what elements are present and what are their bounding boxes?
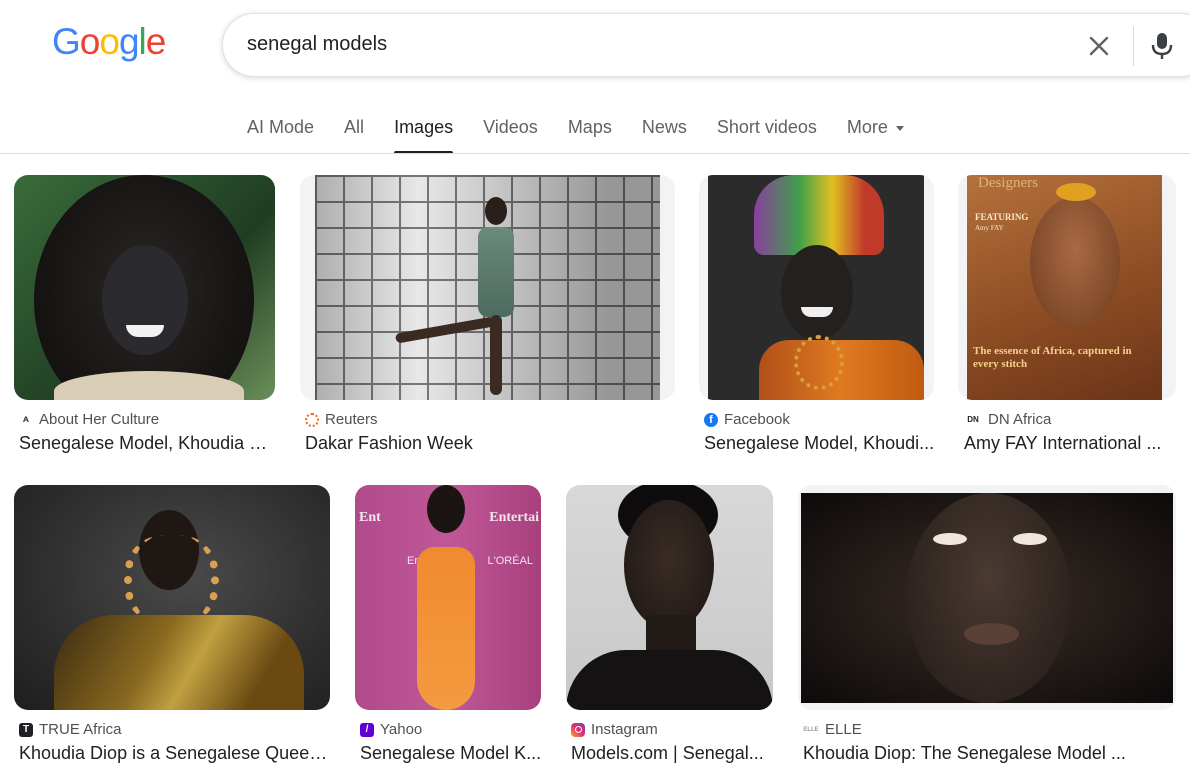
result-image[interactable] <box>14 485 330 710</box>
result-image[interactable] <box>300 175 675 400</box>
result-title[interactable]: Khoudia Diop is a Senegalese Queen... <box>19 743 329 764</box>
result-source[interactable]: T TRUE Africa <box>19 721 122 738</box>
result-title[interactable]: Amy FAY International ... <box>964 433 1176 454</box>
result-source[interactable]: ᴀ About Her Culture <box>19 411 159 428</box>
tab-news[interactable]: News <box>627 112 702 154</box>
result-title[interactable]: Senegalese Model K... <box>360 743 542 764</box>
tab-maps[interactable]: Maps <box>553 112 627 154</box>
chevron-down-icon <box>895 125 904 131</box>
instagram-icon <box>571 722 585 737</box>
tab-images[interactable]: Images <box>379 112 468 154</box>
search-tabs: AI Mode All Images Videos Maps News Shor… <box>232 112 919 154</box>
magazine-tagline: The essence of Africa, captured in every… <box>973 345 1132 370</box>
reuters-icon <box>305 412 319 427</box>
search-input[interactable]: senegal models <box>247 33 387 56</box>
result-image[interactable] <box>566 485 773 710</box>
tab-videos[interactable]: Videos <box>468 112 553 154</box>
search-divider <box>1133 26 1134 66</box>
google-logo[interactable]: Google <box>52 22 166 62</box>
tab-more[interactable]: More <box>832 112 919 154</box>
result-image[interactable] <box>14 175 275 400</box>
magazine-masthead: Designers <box>978 175 1038 191</box>
result-image[interactable] <box>699 175 934 400</box>
result-title[interactable]: Senegalese Model, Khoudi... <box>704 433 936 454</box>
result-image[interactable]: Ent Entertai Enter L'ORÉAL <box>355 485 541 710</box>
about-her-culture-icon: ᴀ <box>19 412 33 427</box>
result-title[interactable]: Senegalese Model, Khoudia D... <box>19 433 275 454</box>
result-title[interactable]: Dakar Fashion Week <box>305 433 675 454</box>
yahoo-icon: / <box>360 722 374 737</box>
result-source[interactable]: / Yahoo <box>360 721 422 738</box>
result-source[interactable]: f Facebook <box>704 411 790 428</box>
true-africa-icon: T <box>19 722 33 737</box>
magazine-featuring: FEATURING <box>975 212 1029 222</box>
clear-icon[interactable] <box>1085 32 1113 60</box>
result-source[interactable]: Reuters <box>305 411 378 428</box>
result-source[interactable]: Instagram <box>571 721 658 738</box>
result-title[interactable]: Models.com | Senegal... <box>571 743 771 764</box>
mic-icon[interactable] <box>1149 30 1175 62</box>
result-image[interactable] <box>798 485 1176 710</box>
elle-icon: ELLE <box>803 722 819 737</box>
tab-all[interactable]: All <box>329 112 379 154</box>
search-box[interactable]: senegal models <box>222 13 1190 77</box>
tab-short-videos[interactable]: Short videos <box>702 112 832 154</box>
result-source[interactable]: DN DN Africa <box>964 411 1051 428</box>
tab-ai-mode[interactable]: AI Mode <box>232 112 329 154</box>
facebook-icon: f <box>704 412 718 427</box>
tabs-divider <box>0 153 1190 154</box>
result-image[interactable]: Designers FEATURING Amy FAY The essence … <box>958 175 1176 400</box>
result-source[interactable]: ELLE ELLE <box>803 721 862 738</box>
result-title[interactable]: Khoudia Diop: The Senegalese Model ... <box>803 743 1175 764</box>
magazine-name: Amy FAY <box>975 224 1004 232</box>
dn-africa-icon: DN <box>964 412 982 427</box>
